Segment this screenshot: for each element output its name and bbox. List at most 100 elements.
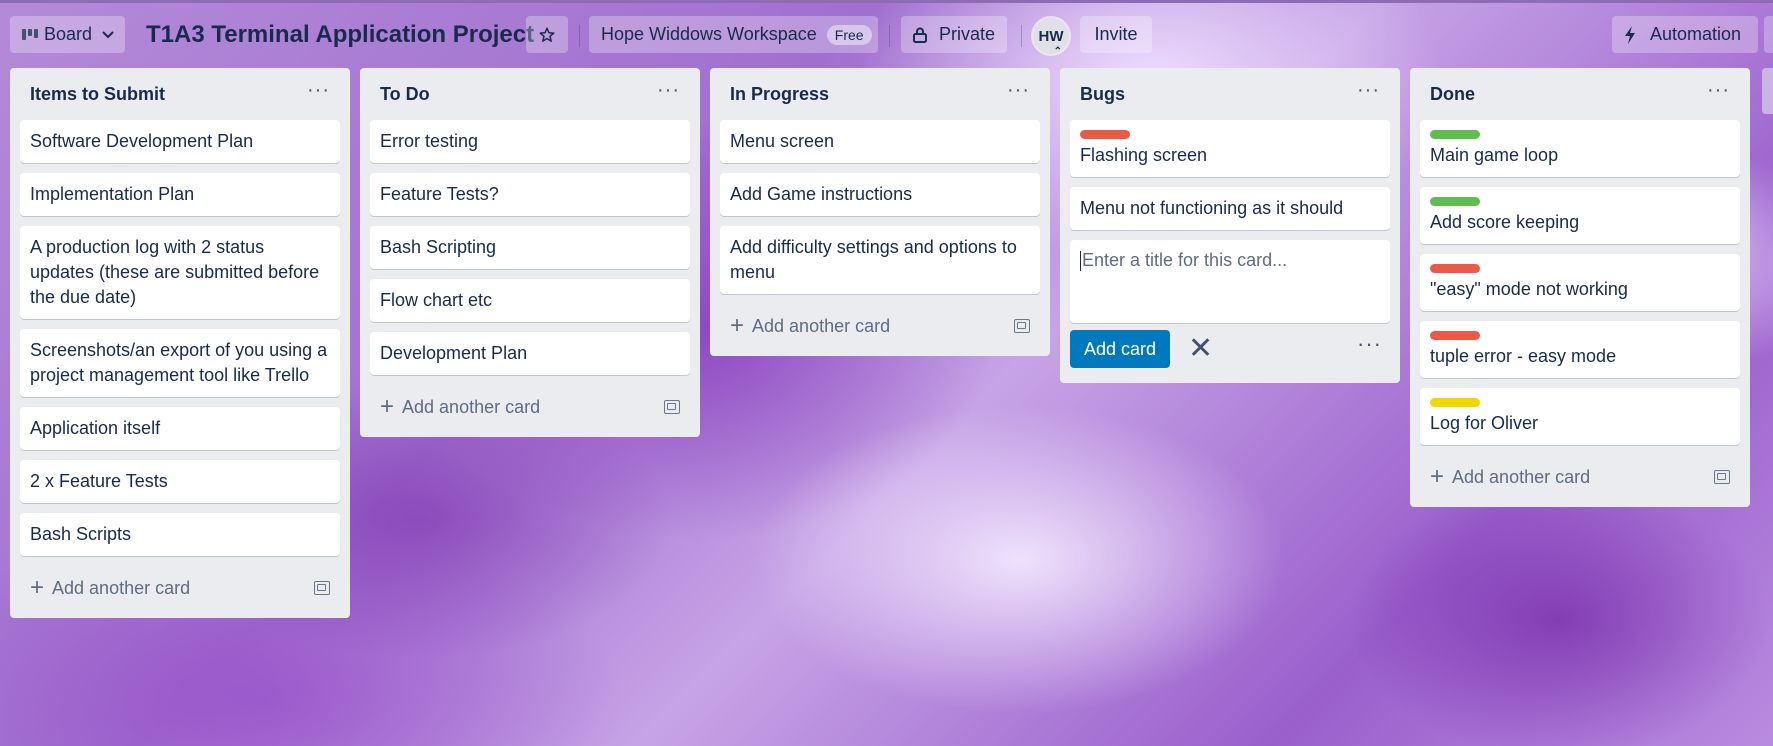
card[interactable]: Application itself (20, 407, 340, 450)
card[interactable]: Menu screen (720, 120, 1040, 163)
card-title: 2 x Feature Tests (30, 471, 168, 491)
header-overflow-button[interactable] (1764, 16, 1773, 53)
card-title: Implementation Plan (30, 184, 195, 204)
new-card-placeholder: Enter a title for this card... (1082, 250, 1288, 270)
visibility-label: Private (939, 24, 996, 44)
card[interactable]: Error testing (370, 120, 690, 163)
invite-button[interactable]: Invite (1080, 16, 1152, 53)
card[interactable]: Flashing screen (1070, 120, 1390, 177)
list-in-progress: In Progress ··· Menu screen Add Game ins… (710, 68, 1050, 356)
card[interactable]: Screenshots/an export of you using a pro… (20, 329, 340, 397)
card[interactable]: A production log with 2 status updates (… (20, 226, 340, 319)
workspace-plan-badge: Free (826, 24, 872, 45)
card[interactable]: Feature Tests? (370, 173, 690, 216)
card-title: Log for Oliver (1430, 413, 1539, 433)
card[interactable]: Flow chart etc (370, 279, 690, 322)
card[interactable]: Software Development Plan (20, 120, 340, 163)
plus-icon: + (30, 574, 45, 601)
card[interactable]: tuple error - easy mode (1420, 321, 1740, 378)
card-title: Flashing screen (1080, 145, 1208, 165)
card-title: Flow chart etc (380, 290, 493, 310)
star-icon (538, 26, 556, 44)
card-title: Development Plan (380, 343, 528, 363)
card-title: Application itself (30, 418, 161, 438)
new-card-title-input[interactable]: Enter a title for this card... (1070, 240, 1390, 323)
card-title: "easy" mode not working (1430, 279, 1628, 299)
star-button[interactable] (526, 16, 568, 53)
board-view-label: Board (44, 24, 93, 44)
card[interactable]: Bash Scripting (370, 226, 690, 269)
workspace-button[interactable]: Hope Widdows Workspace Free (589, 16, 878, 53)
header-divider (579, 25, 580, 47)
more-icon[interactable]: ··· (1007, 80, 1030, 103)
add-card-button[interactable]: + Add another card (720, 304, 1040, 348)
text-cursor (1080, 251, 1081, 272)
add-card-button[interactable]: + Add another card (370, 385, 690, 429)
list-title[interactable]: Bugs (1080, 84, 1125, 105)
card-title: Main game loop (1430, 145, 1559, 165)
card-composer-controls: Add card ✕ ··· (1070, 323, 1390, 375)
chevron-down-icon (102, 30, 114, 39)
list-done: Done ··· Main game loop Add score keepin… (1410, 68, 1750, 507)
avatar[interactable]: HW ⌃ (1033, 18, 1069, 57)
visibility-button[interactable]: Private (901, 16, 1007, 53)
card-title: Error testing (380, 131, 479, 151)
more-icon[interactable]: ··· (657, 80, 680, 103)
list-to-do: To Do ··· Error testing Feature Tests? B… (360, 68, 700, 437)
list-header: Done ··· (1420, 68, 1740, 120)
plus-icon: + (730, 312, 745, 339)
card-label-red[interactable] (1430, 331, 1480, 340)
board-header: Board T1A3 Terminal Application Project … (0, 0, 1773, 68)
more-icon[interactable]: ··· (1357, 80, 1380, 103)
card-label-green[interactable] (1430, 197, 1480, 206)
card[interactable]: Add Game instructions (720, 173, 1040, 216)
card-title: Bash Scripting (380, 237, 497, 257)
card-label-green[interactable] (1430, 130, 1480, 139)
add-card-label: Add another card (52, 577, 191, 598)
list-title[interactable]: To Do (380, 84, 430, 105)
list-title[interactable]: In Progress (730, 84, 829, 105)
list-header: Items to Submit ··· (20, 68, 340, 120)
avatar-initials: HW (1038, 27, 1064, 45)
card-title: Bash Scripts (30, 524, 132, 544)
card[interactable]: Implementation Plan (20, 173, 340, 216)
card[interactable]: "easy" mode not working (1420, 254, 1740, 311)
add-card-button[interactable]: + Add another card (20, 566, 340, 610)
card-template-icon[interactable] (1714, 470, 1730, 484)
card-template-icon[interactable] (1014, 319, 1030, 333)
card[interactable]: 2 x Feature Tests (20, 460, 340, 503)
add-card-label: Add another card (402, 396, 541, 417)
board-title[interactable]: T1A3 Terminal Application Project (146, 21, 534, 49)
list-header: In Progress ··· (720, 68, 1040, 120)
card[interactable]: Add difficulty settings and options to m… (720, 226, 1040, 294)
more-icon[interactable]: ··· (1707, 80, 1730, 103)
add-card-submit-button[interactable]: Add card (1070, 330, 1171, 368)
automation-button[interactable]: Automation (1612, 16, 1758, 53)
list-header: To Do ··· (370, 68, 690, 120)
card-title: Add score keeping (1430, 212, 1580, 232)
card-template-icon[interactable] (664, 400, 680, 414)
card[interactable]: Log for Oliver (1420, 388, 1740, 445)
close-icon[interactable]: ✕ (1188, 334, 1213, 364)
card-title: Feature Tests? (380, 184, 499, 204)
card[interactable]: Add score keeping (1420, 187, 1740, 244)
workspace-name: Hope Widdows Workspace (601, 24, 817, 44)
card[interactable]: Development Plan (370, 332, 690, 375)
card-label-yellow[interactable] (1430, 398, 1480, 407)
more-icon[interactable]: ··· (1357, 331, 1390, 367)
card-label-red[interactable] (1430, 264, 1480, 273)
board-view-button[interactable]: Board (10, 16, 125, 53)
card-template-icon[interactable] (314, 581, 330, 595)
admin-chevron-icon: ⌃ (1053, 46, 1062, 57)
add-card-button[interactable]: + Add another card (1420, 455, 1740, 499)
plus-icon: + (1430, 463, 1445, 490)
card-label-red[interactable] (1080, 130, 1130, 139)
list-title[interactable]: Items to Submit (30, 84, 165, 105)
card[interactable]: Menu not functioning as it should (1070, 187, 1390, 230)
card[interactable]: Main game loop (1420, 120, 1740, 177)
more-icon[interactable]: ··· (307, 80, 330, 103)
card[interactable]: Bash Scripts (20, 513, 340, 556)
card-title: tuple error - easy mode (1430, 346, 1617, 366)
list-title[interactable]: Done (1430, 84, 1475, 105)
invite-label: Invite (1094, 24, 1138, 44)
